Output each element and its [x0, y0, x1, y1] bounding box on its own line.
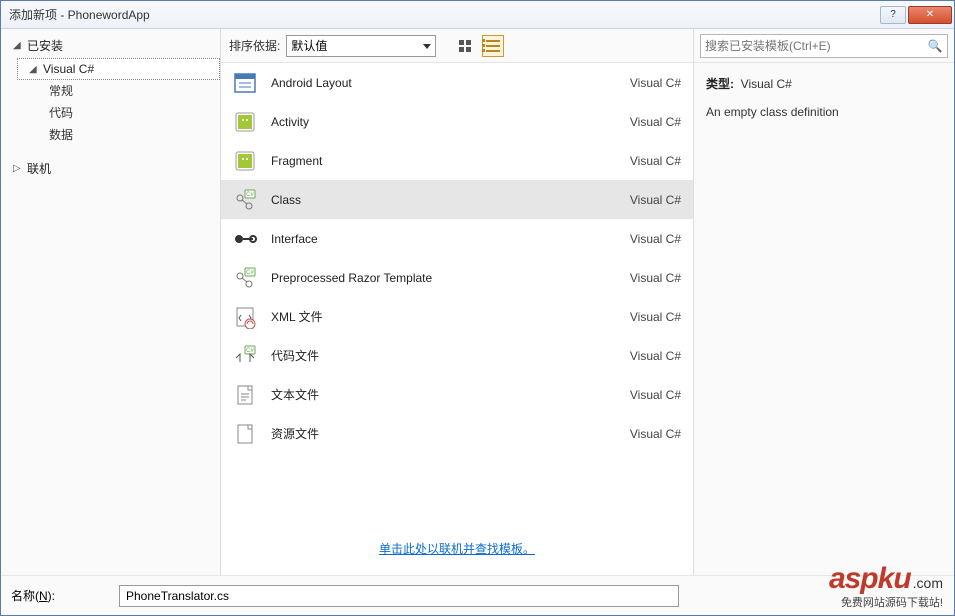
template-language: Visual C#	[630, 193, 681, 207]
name-label: 名称(N):	[11, 587, 111, 604]
tree-child-data[interactable]: 数据	[1, 124, 220, 146]
template-pane: 排序依据: 默认值	[221, 29, 694, 575]
sort-label: 排序依据:	[229, 37, 280, 54]
template-name: 资源文件	[271, 425, 618, 442]
online-link-area: 单击此处以联机并查找模板。	[221, 526, 693, 575]
search-icon: 🔍	[927, 39, 943, 53]
resource-icon	[231, 420, 259, 448]
chevron-down-icon: ◢	[13, 40, 23, 51]
close-icon: ✕	[926, 9, 934, 20]
layout-icon	[231, 69, 259, 97]
template-item[interactable]: 文本文件 Visual C#	[221, 375, 693, 414]
android-icon	[231, 147, 259, 175]
list-icon	[486, 40, 500, 52]
template-item[interactable]: 资源文件 Visual C#	[221, 414, 693, 453]
template-language: Visual C#	[630, 76, 681, 90]
tree-online-label: 联机	[27, 160, 51, 177]
help-icon: ?	[890, 9, 896, 20]
tree-installed-label: 已安装	[27, 37, 63, 54]
svg-text:C#: C#	[246, 348, 254, 354]
main-row: ◢ 已安装 ◢ Visual C# 常规 代码 数据 ▷ 联机 排序依据:	[1, 29, 954, 575]
template-item[interactable]: C# 代码文件 Visual C#	[221, 336, 693, 375]
chevron-right-icon: ▷	[13, 163, 23, 174]
template-name: Fragment	[271, 154, 618, 168]
template-name: 代码文件	[271, 347, 618, 364]
grid-icon	[459, 40, 471, 52]
interface-icon	[231, 225, 259, 253]
template-name: 文本文件	[271, 386, 618, 403]
titlebar: 添加新项 - PhonewordApp ? ✕	[1, 1, 954, 29]
template-language: Visual C#	[630, 115, 681, 129]
template-item[interactable]: Activity Visual C#	[221, 102, 693, 141]
template-language: Visual C#	[630, 427, 681, 441]
bottom-row: 名称(N):	[1, 575, 954, 615]
description-panel: 类型: Visual C# An empty class definition	[694, 63, 954, 133]
svg-text:C#: C#	[246, 270, 254, 276]
category-tree: ◢ 已安装 ◢ Visual C# 常规 代码 数据 ▷ 联机	[1, 29, 221, 575]
search-input[interactable]	[705, 39, 927, 53]
sort-select-value: 默认值	[291, 37, 327, 54]
tree-online[interactable]: ▷ 联机	[1, 156, 220, 181]
template-item[interactable]: Interface Visual C#	[221, 219, 693, 258]
template-language: Visual C#	[630, 310, 681, 324]
tree-visual-csharp-label: Visual C#	[43, 62, 94, 76]
template-item[interactable]: C# Preprocessed Razor Template Visual C#	[221, 258, 693, 297]
description-text: An empty class definition	[706, 101, 942, 123]
template-item[interactable]: XML 文件 Visual C#	[221, 297, 693, 336]
template-name: XML 文件	[271, 308, 618, 325]
view-grid-button[interactable]	[454, 35, 476, 57]
template-language: Visual C#	[630, 271, 681, 285]
window-title: 添加新项 - PhonewordApp	[9, 6, 878, 23]
code-icon: C#	[231, 342, 259, 370]
details-pane: 🔍 类型: Visual C# An empty class definitio…	[694, 29, 954, 575]
template-language: Visual C#	[630, 388, 681, 402]
template-name: Interface	[271, 232, 618, 246]
xml-icon	[231, 303, 259, 331]
type-label: 类型:	[706, 77, 734, 91]
template-list: Android Layout Visual C# Activity Visual C#…	[221, 63, 693, 526]
svg-text:C#: C#	[246, 192, 254, 198]
tree-child-code[interactable]: 代码	[1, 102, 220, 124]
type-value: Visual C#	[741, 77, 792, 91]
sort-select[interactable]: 默认值	[286, 35, 436, 57]
class-icon: C#	[231, 186, 259, 214]
sort-bar: 排序依据: 默认值	[221, 29, 693, 63]
tree-visual-csharp[interactable]: ◢ Visual C#	[17, 58, 220, 80]
add-new-item-dialog: 添加新项 - PhonewordApp ? ✕ ◢ 已安装 ◢ Visual C…	[0, 0, 955, 616]
dialog-content: ◢ 已安装 ◢ Visual C# 常规 代码 数据 ▷ 联机 排序依据:	[1, 29, 954, 615]
razor-icon: C#	[231, 264, 259, 292]
search-wrap: 🔍	[694, 29, 954, 63]
tree-installed[interactable]: ◢ 已安装	[1, 33, 220, 58]
search-box[interactable]: 🔍	[700, 34, 948, 58]
template-name: Class	[271, 193, 618, 207]
template-language: Visual C#	[630, 349, 681, 363]
close-button[interactable]: ✕	[908, 6, 952, 24]
help-button[interactable]: ?	[880, 6, 906, 24]
template-item[interactable]: C# Class Visual C#	[221, 180, 693, 219]
online-search-link[interactable]: 单击此处以联机并查找模板。	[379, 542, 535, 556]
filename-input[interactable]	[119, 585, 679, 607]
android-icon	[231, 108, 259, 136]
tree-child-general[interactable]: 常规	[1, 80, 220, 102]
template-name: Activity	[271, 115, 618, 129]
text-icon	[231, 381, 259, 409]
template-language: Visual C#	[630, 154, 681, 168]
template-item[interactable]: Fragment Visual C#	[221, 141, 693, 180]
template-name: Preprocessed Razor Template	[271, 271, 618, 285]
template-item[interactable]: Android Layout Visual C#	[221, 63, 693, 102]
chevron-down-icon: ◢	[29, 64, 39, 75]
template-name: Android Layout	[271, 76, 618, 90]
template-language: Visual C#	[630, 232, 681, 246]
view-list-button[interactable]	[482, 35, 504, 57]
